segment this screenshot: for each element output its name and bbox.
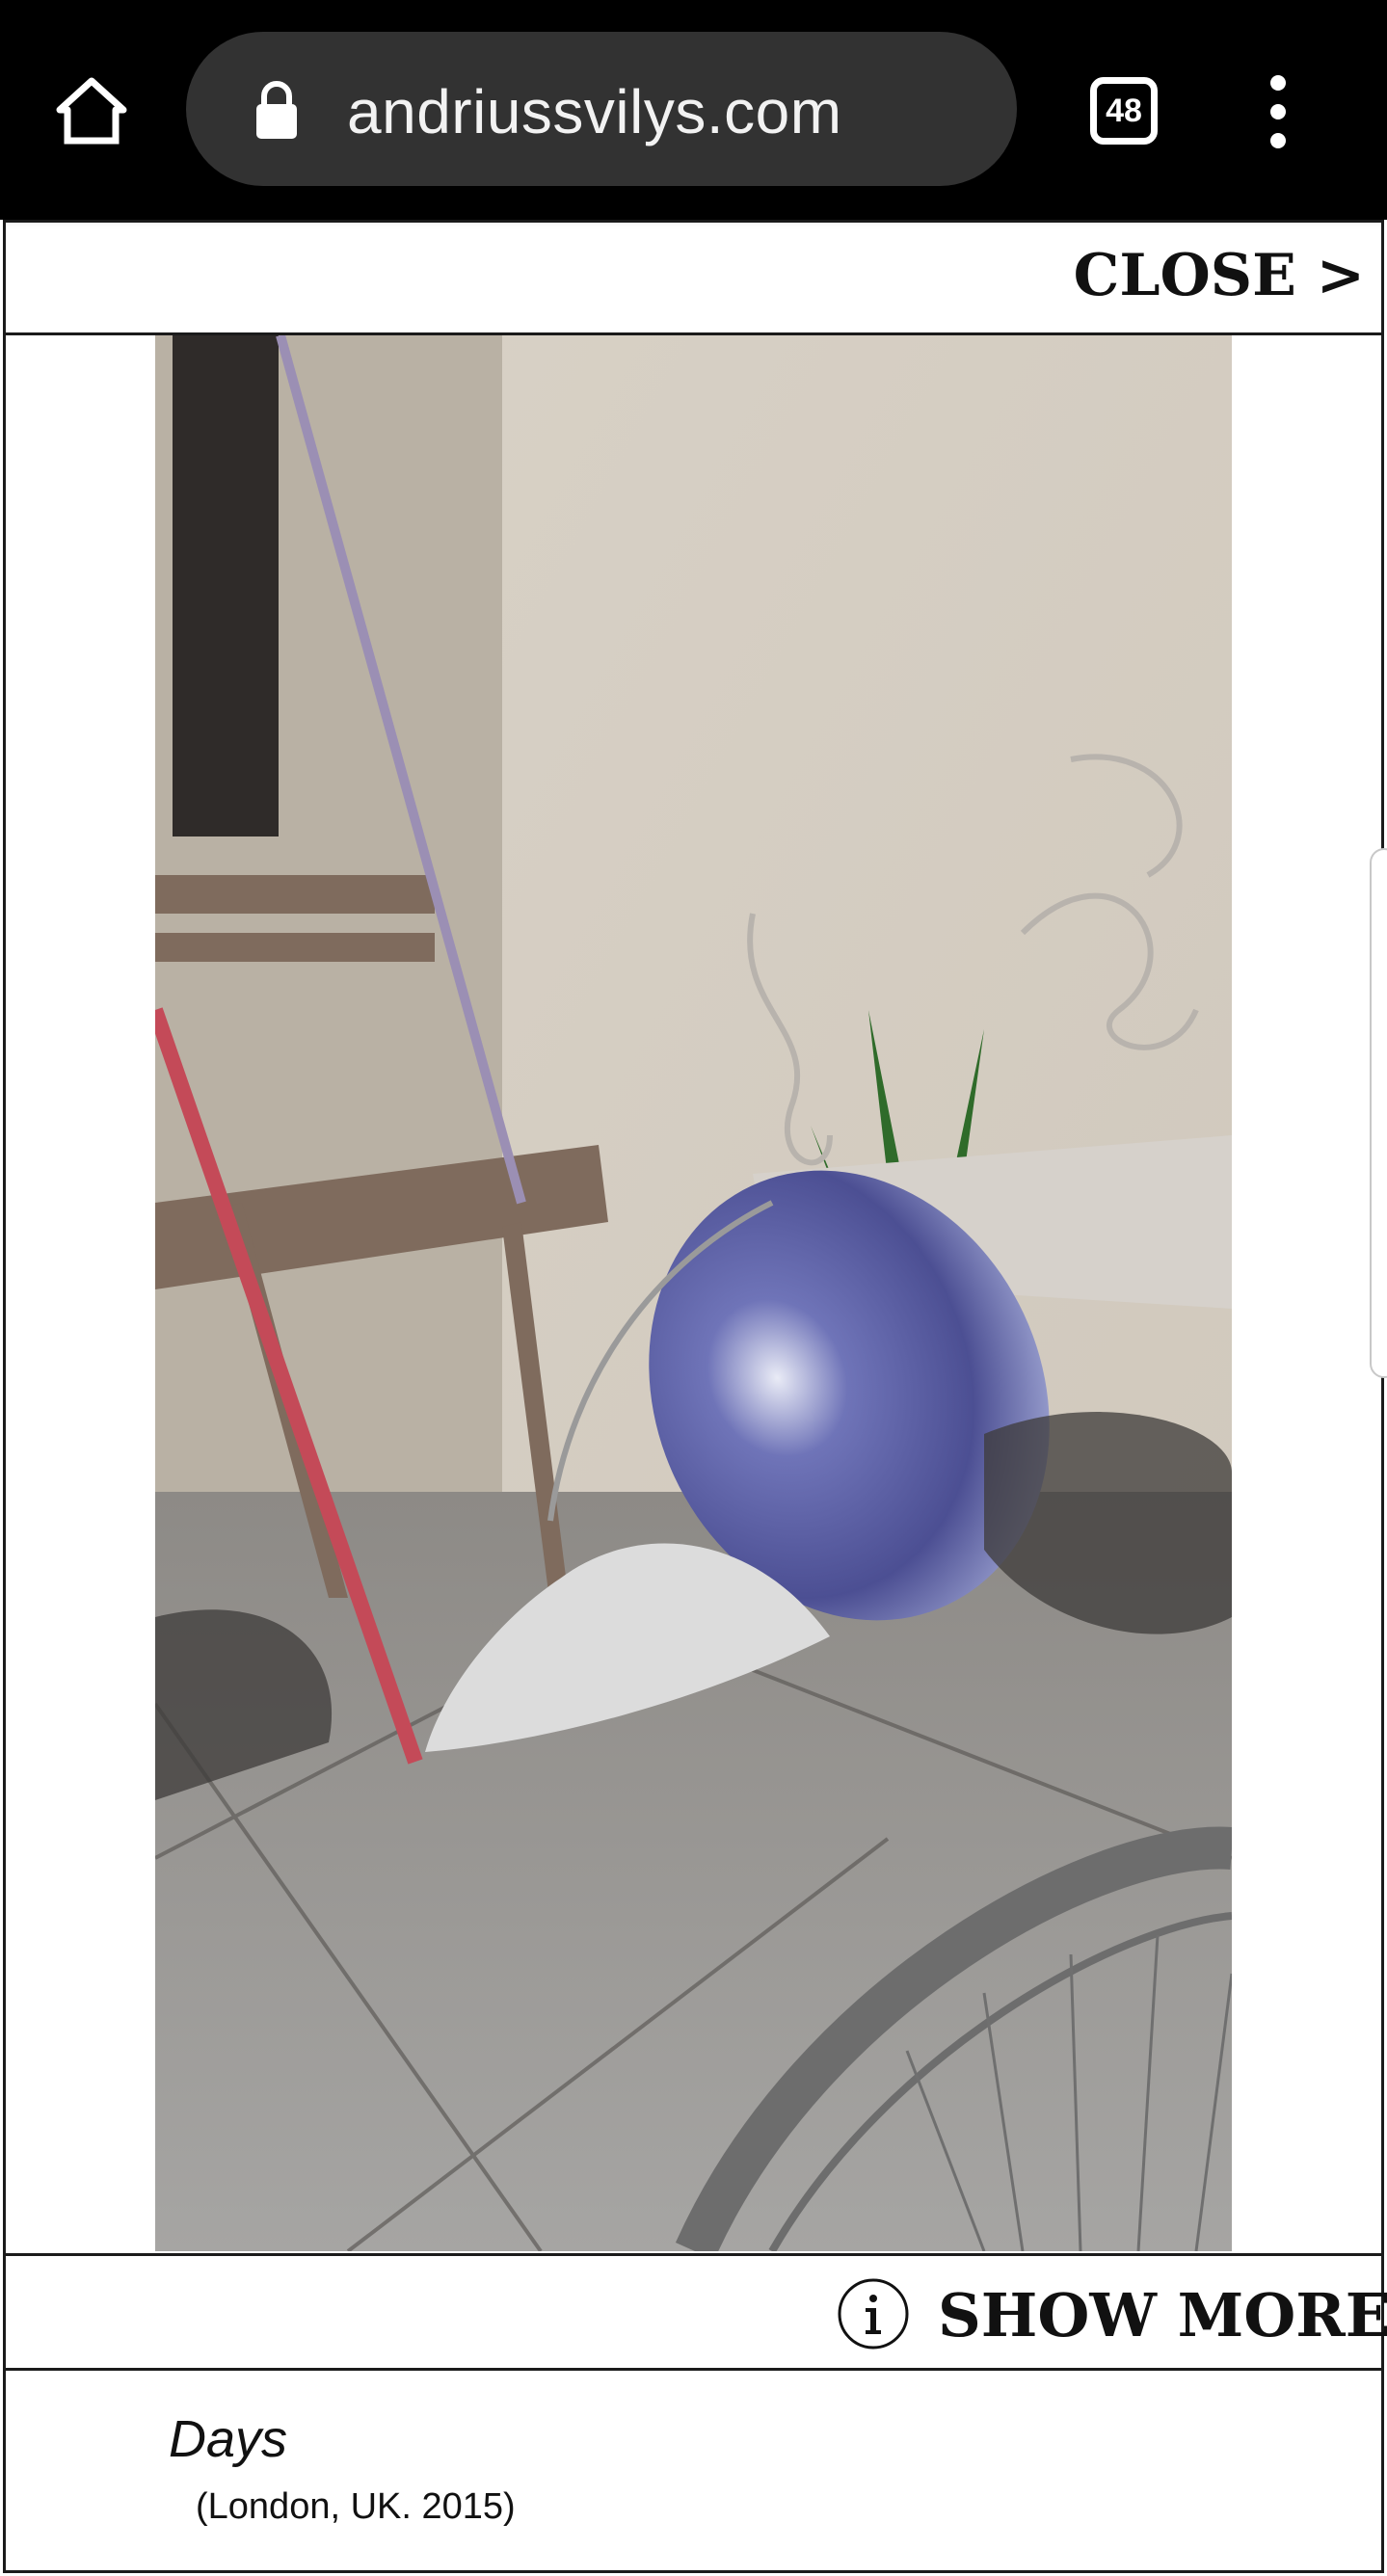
more-vert-icon[interactable]: [1259, 75, 1297, 148]
artwork-photo: [155, 335, 1232, 2251]
url-text[interactable]: andriussvilys.com: [347, 71, 842, 152]
artwork-subtitle: (London, UK. 2015): [196, 2486, 516, 2527]
home-button[interactable]: [50, 69, 133, 152]
scrollbar-handle[interactable]: [1370, 848, 1387, 1378]
home-icon: [56, 77, 127, 145]
close-bar: CLOSE >: [3, 220, 1384, 335]
tab-count: 48: [1106, 92, 1142, 129]
browser-toolbar: andriussvilys.com 48: [0, 0, 1387, 220]
artwork-title: Days: [169, 2410, 288, 2468]
show-more-bar[interactable]: SHOW MORE: [3, 2253, 1387, 2371]
close-button[interactable]: CLOSE >: [1074, 241, 1365, 310]
tab-switcher-button[interactable]: 48: [1090, 77, 1158, 145]
lock-icon: [256, 81, 297, 139]
show-more-button[interactable]: SHOW MORE: [938, 2279, 1387, 2352]
info-icon[interactable]: [837, 2277, 910, 2350]
